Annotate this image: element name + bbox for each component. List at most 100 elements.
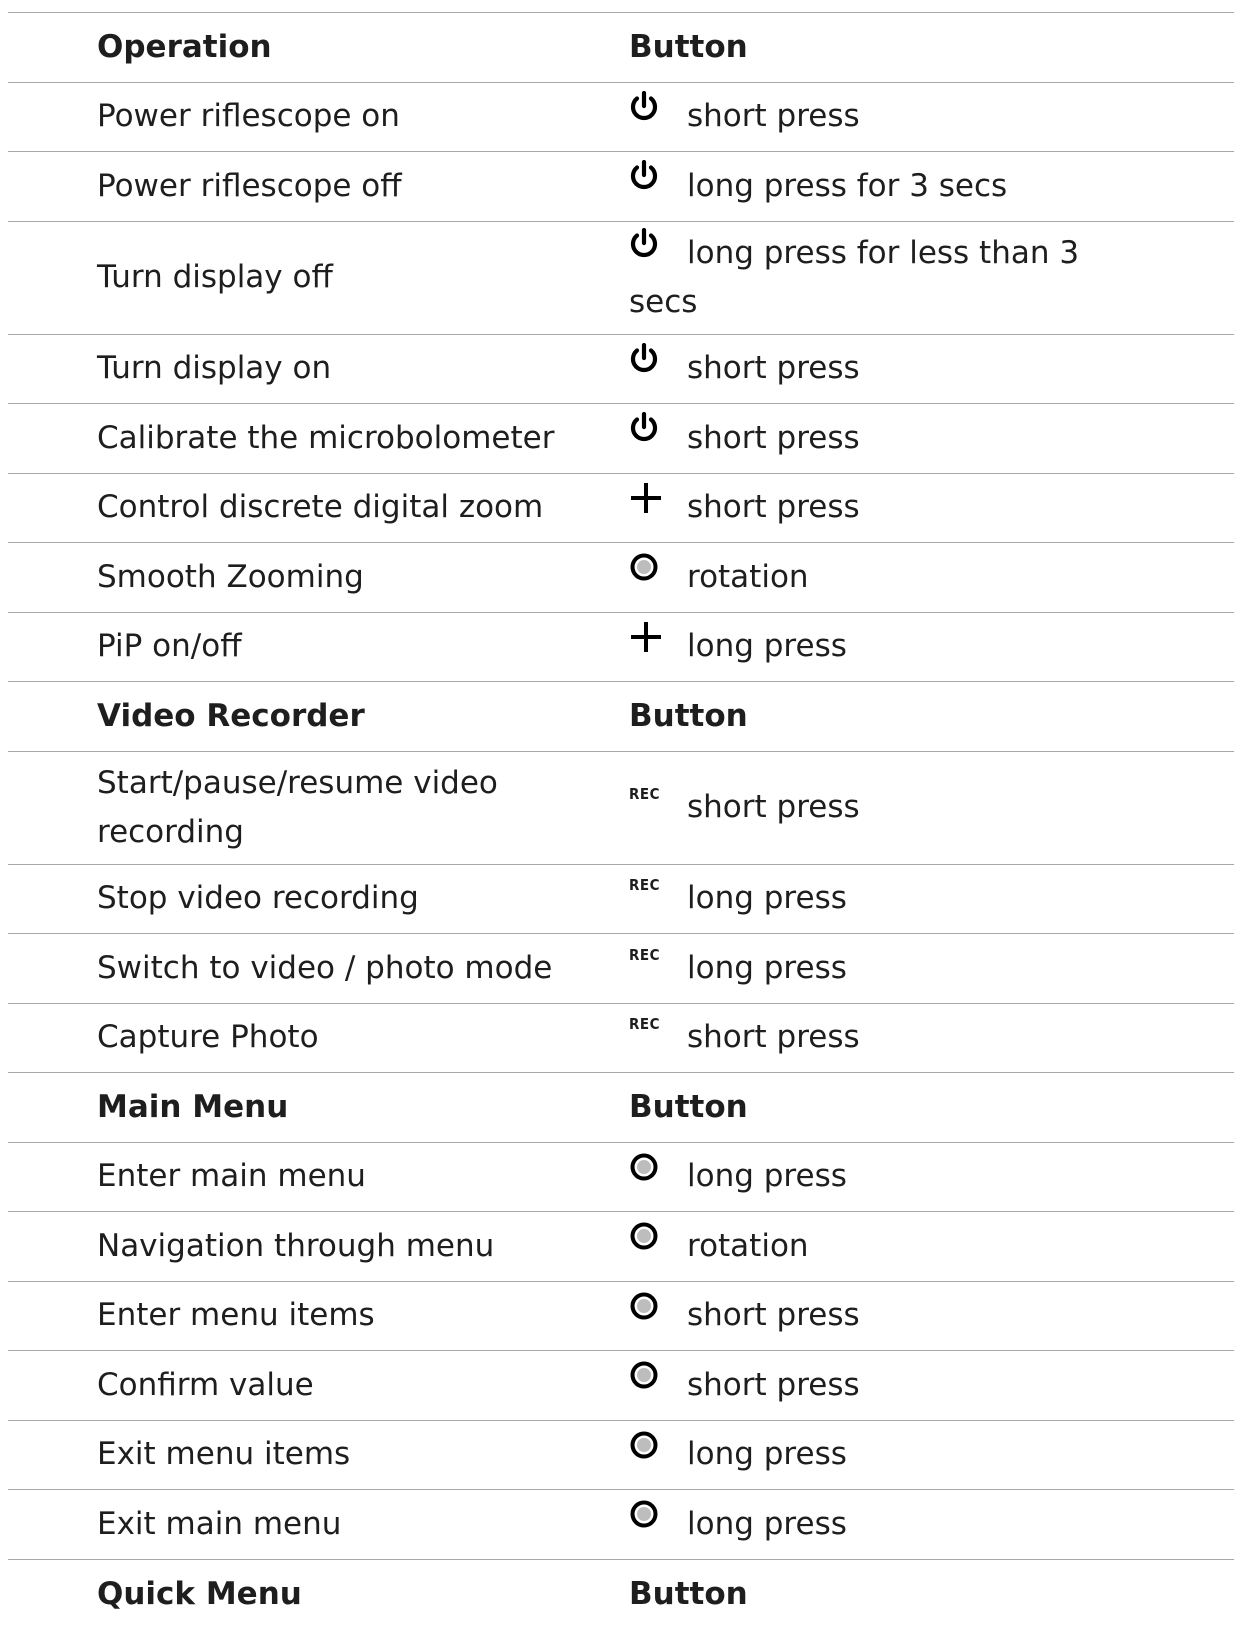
- button-cell: REC long press: [629, 874, 1234, 923]
- operation-cell: Stop video recording: [97, 880, 419, 917]
- action-text: long press for less than 3 secs: [629, 234, 1080, 320]
- operation-cell: Confirm value: [97, 1366, 314, 1403]
- rec-icon: REC: [629, 876, 661, 895]
- section-header-row: Video Recorder Button: [8, 682, 1234, 752]
- action-text: short press: [687, 419, 860, 456]
- header-button: Button: [629, 1088, 748, 1125]
- button-cell: short press: [629, 1291, 1234, 1340]
- table-row: Enter menu items short press: [8, 1282, 1234, 1351]
- header-operation: Operation: [97, 28, 272, 65]
- header-button: Button: [629, 697, 748, 734]
- operation-cell: Enter menu items: [97, 1297, 375, 1334]
- rec-icon: REC: [629, 945, 661, 964]
- action-text: long press: [687, 1436, 847, 1473]
- controller-icon: [629, 1216, 687, 1256]
- table-row: Exit main menu long press: [8, 1490, 1234, 1560]
- operation-cell: Turn display off: [97, 259, 333, 295]
- action-text: short press: [687, 789, 860, 825]
- action-text: long press: [687, 1158, 847, 1195]
- button-cell: rotation: [629, 1222, 1234, 1271]
- button-cell: long press for 3 secs: [629, 160, 1234, 211]
- table-row: Exit menu items long press: [8, 1421, 1234, 1490]
- controller-icon: [629, 547, 687, 587]
- operation-cell: Start/pause/resume video recording: [97, 764, 498, 850]
- button-cell: long press: [629, 1430, 1234, 1479]
- controller-icon: [629, 1147, 687, 1187]
- table-row: Navigation through menu rotation: [8, 1212, 1234, 1282]
- header-video-recorder: Video Recorder: [97, 697, 365, 734]
- header-main-menu: Main Menu: [97, 1088, 289, 1125]
- controller-icon: [629, 1494, 687, 1534]
- table-row: Switch to video / photo mode REC long pr…: [8, 934, 1234, 1004]
- action-text: long press for 3 secs: [687, 167, 1008, 204]
- operation-cell: Power riflescope on: [97, 98, 400, 135]
- rec-icon: REC: [629, 785, 661, 803]
- header-quick-menu: Quick Menu: [97, 1575, 302, 1612]
- plus-icon: [629, 478, 687, 518]
- table-row: Start/pause/resume video recording REC s…: [8, 752, 1234, 865]
- button-cell: short press: [629, 412, 1234, 463]
- table-row: Turn display on short press: [8, 335, 1234, 404]
- power-icon: [629, 408, 687, 448]
- action-text: long press: [687, 880, 847, 917]
- button-cell: short press: [629, 342, 1234, 393]
- table-row: Stop video recording REC long press: [8, 865, 1234, 934]
- header-button: Button: [629, 1575, 748, 1612]
- rec-icon: REC: [629, 1015, 661, 1034]
- action-text: short press: [687, 1366, 860, 1403]
- power-icon: [629, 224, 687, 264]
- plus-icon: [629, 617, 687, 657]
- action-text: long press: [687, 949, 847, 986]
- button-cell: REC short press: [629, 1013, 1234, 1062]
- power-icon: [629, 87, 687, 127]
- action-text: long press: [687, 628, 847, 665]
- power-icon: [629, 156, 687, 196]
- table-row: Smooth Zooming rotation: [8, 543, 1234, 613]
- operation-cell: Exit main menu: [97, 1505, 342, 1542]
- action-text: long press: [687, 1505, 847, 1542]
- button-cell: REC short press: [629, 783, 1234, 832]
- action-text: short press: [687, 1297, 860, 1334]
- operation-cell: Smooth Zooming: [97, 558, 364, 595]
- operation-cell: Control discrete digital zoom: [97, 489, 544, 526]
- operation-cell: Calibrate the microbolometer: [97, 419, 555, 456]
- section-header-row: Main Menu Button: [8, 1073, 1234, 1143]
- button-cell: long press: [629, 1152, 1234, 1201]
- table-row: Turn display off long press for less tha…: [8, 222, 1234, 335]
- table-row: Power riflescope on short press: [8, 83, 1234, 152]
- table-row: Calibrate the microbolometer short press: [8, 404, 1234, 474]
- button-cell: short press: [629, 90, 1234, 141]
- button-cell: long press: [629, 621, 1234, 671]
- action-text: rotation: [687, 1227, 809, 1264]
- header-button: Button: [629, 28, 748, 65]
- power-icon: [629, 339, 687, 379]
- action-text: short press: [687, 1019, 860, 1056]
- action-text: short press: [687, 489, 860, 526]
- operation-cell: Switch to video / photo mode: [97, 949, 553, 986]
- section-header-row: Quick Menu Button: [8, 1560, 1234, 1630]
- operation-cell: PiP on/off: [97, 628, 242, 665]
- operation-cell: Exit menu items: [97, 1436, 351, 1473]
- table-row: Power riflescope off long press for 3 se…: [8, 152, 1234, 222]
- operation-cell: Power riflescope off: [97, 167, 402, 204]
- action-text: short press: [687, 98, 860, 135]
- button-operations-table: Operation Button Power riflescope on sho…: [8, 12, 1234, 1629]
- button-cell: rotation: [629, 553, 1234, 602]
- button-cell: long press: [629, 1500, 1234, 1549]
- controller-icon: [629, 1355, 687, 1395]
- table-row: Confirm value short press: [8, 1351, 1234, 1421]
- table-header-row: Operation Button: [8, 13, 1234, 83]
- table-row: Capture Photo REC short press: [8, 1004, 1234, 1073]
- action-text: rotation: [687, 558, 809, 595]
- operation-cell: Capture Photo: [97, 1019, 319, 1056]
- button-cell: short press: [629, 1361, 1234, 1410]
- controller-icon: [629, 1286, 687, 1326]
- operation-cell: Turn display on: [97, 350, 332, 387]
- table-row: Control discrete digital zoom short pres…: [8, 474, 1234, 543]
- button-cell: REC long press: [629, 944, 1234, 993]
- table-row: Enter main menu long press: [8, 1143, 1234, 1212]
- operation-cell: Navigation through menu: [97, 1227, 495, 1264]
- button-cell: long press for less than 3 secs: [629, 228, 1234, 327]
- button-cell: short press: [629, 482, 1234, 532]
- operation-cell: Enter main menu: [97, 1158, 366, 1195]
